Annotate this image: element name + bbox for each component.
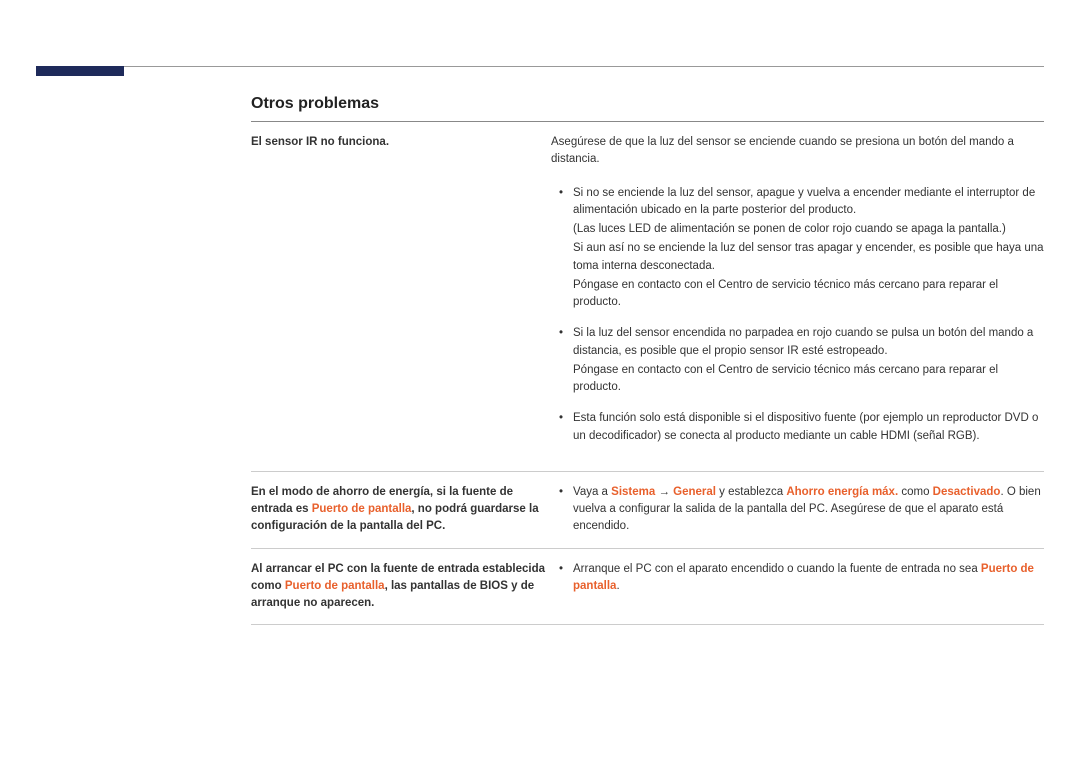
list-item: Esta función solo está disponible si el …: [573, 410, 1044, 445]
table-row: En el modo de ahorro de energía, si la f…: [251, 471, 1044, 548]
solution-cell: Vaya a Sistema → General y establezca Ah…: [551, 471, 1044, 548]
intro-text: Asegúrese de que la luz del sensor se en…: [551, 134, 1044, 169]
list-item: Si no se enciende la luz del sensor, apa…: [573, 185, 1044, 312]
list-item: Vaya a Sistema → General y establezca Ah…: [573, 484, 1044, 536]
troubleshoot-table: El sensor IR no funciona. Asegúrese de q…: [251, 122, 1044, 625]
bullet-list: Vaya a Sistema → General y establezca Ah…: [551, 484, 1044, 536]
solution-cell: Asegúrese de que la luz del sensor se en…: [551, 122, 1044, 471]
list-item: Si la luz del sensor encendida no parpad…: [573, 325, 1044, 396]
bullet-list: Si no se enciende la luz del sensor, apa…: [551, 185, 1044, 445]
page-header-bar: [36, 66, 124, 76]
issue-cell: En el modo de ahorro de energía, si la f…: [251, 471, 551, 548]
list-item: Arranque el PC con el aparato encendido …: [573, 561, 1044, 596]
main-content: Otros problemas El sensor IR no funciona…: [251, 95, 1044, 625]
table-row: El sensor IR no funciona. Asegúrese de q…: [251, 122, 1044, 471]
issue-cell: El sensor IR no funciona.: [251, 122, 551, 471]
page-top-rule: [36, 66, 1044, 67]
solution-cell: Arranque el PC con el aparato encendido …: [551, 548, 1044, 625]
table-row: Al arrancar el PC con la fuente de entra…: [251, 548, 1044, 625]
bullet-list: Arranque el PC con el aparato encendido …: [551, 561, 1044, 596]
section-heading: Otros problemas: [251, 95, 1044, 113]
issue-cell: Al arrancar el PC con la fuente de entra…: [251, 548, 551, 625]
